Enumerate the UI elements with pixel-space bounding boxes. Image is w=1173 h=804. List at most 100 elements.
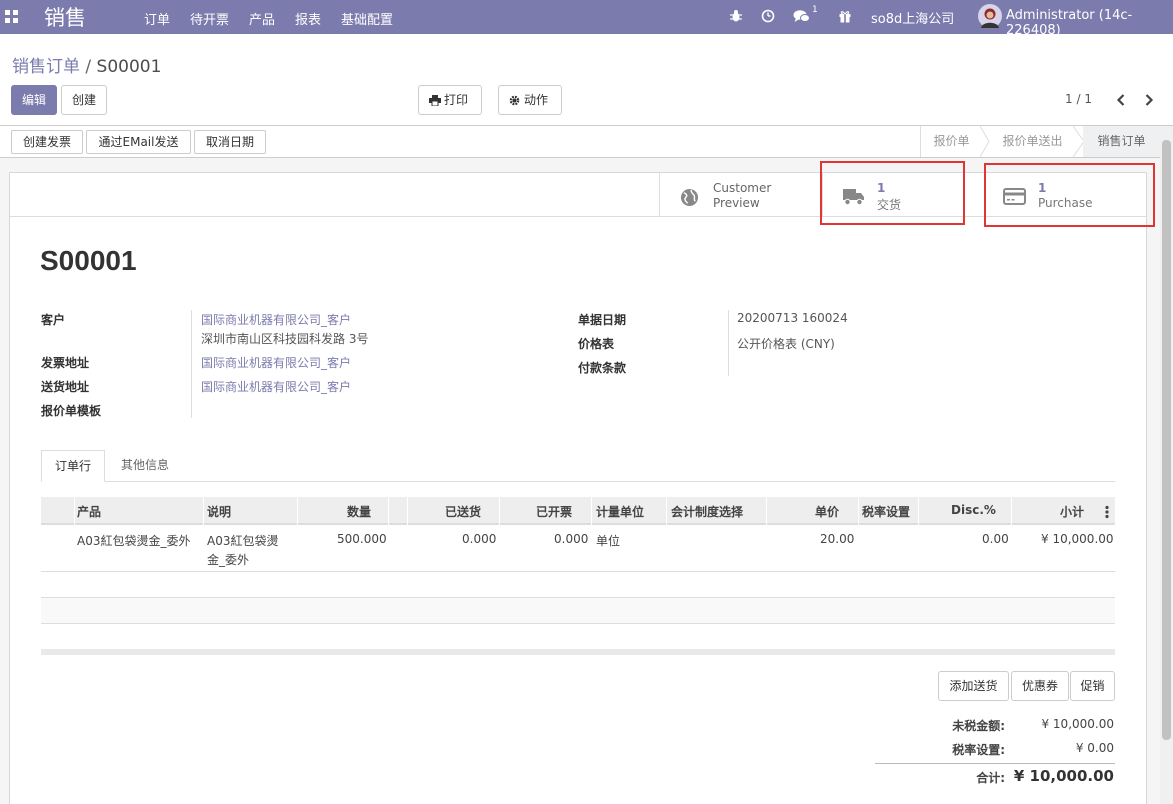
bug-icon[interactable] — [729, 9, 743, 23]
order-title: S00001 — [40, 245, 137, 276]
print-label: 打印 — [444, 93, 469, 107]
tax-value: ¥ 0.00 — [1075, 741, 1114, 755]
total-label: 合计: — [976, 771, 1005, 785]
company-switcher[interactable]: so8d上海公司 — [871, 8, 954, 27]
order-date-value: 20200713 160024 — [737, 311, 848, 325]
row-product[interactable]: A03紅包袋燙金_委外 — [77, 532, 190, 549]
menu-products[interactable]: 产品 — [249, 9, 275, 28]
column-invoiced[interactable]: 已开票 — [536, 503, 572, 520]
invoice-address-value[interactable]: 国际商业机器有限公司_客户 — [201, 354, 351, 371]
preview-label-line2: Preview — [713, 196, 760, 210]
customer-label: 客户 — [41, 313, 66, 327]
clock-icon[interactable] — [761, 9, 775, 23]
menu-reporting[interactable]: 报表 — [295, 9, 321, 28]
untaxed-amount-value: ¥ 10,000.00 — [1041, 717, 1114, 731]
empty-row — [41, 598, 1115, 623]
stage-quotation-sent[interactable]: 报价单送出 — [990, 126, 1075, 157]
control-panel: 销售订单 / S00001 编辑 创建 打印 动作 1 / 1 — [0, 34, 1173, 126]
cancel-button[interactable]: 取消日期 — [194, 130, 266, 154]
action-label: 动作 — [524, 93, 549, 107]
globe-icon — [680, 188, 699, 207]
customer-address: 深圳市南山区科技园科发路 3号 — [201, 332, 369, 346]
tax-label: 税率设置: — [952, 743, 1005, 757]
row-quantity[interactable]: 500.000 — [337, 532, 387, 546]
top-navbar: 销售 订单 待开票 产品 报表 基础配置 1 so8d上海公司 Administ… — [0, 0, 1173, 38]
breadcrumb-parent[interactable]: 销售订单 — [12, 57, 80, 77]
gear-icon — [509, 95, 520, 106]
app-title: 销售 — [44, 6, 86, 30]
quotation-template-label: 报价单模板 — [41, 404, 102, 418]
customer-preview-button[interactable]: Customer Preview — [659, 173, 822, 216]
row-unit-price[interactable]: 20.00 — [820, 532, 854, 546]
preview-label-line1: Customer — [713, 181, 772, 195]
menu-configuration[interactable]: 基础配置 — [341, 9, 393, 28]
print-button[interactable]: 打印 — [418, 85, 482, 115]
row-description-line1[interactable]: A03紅包袋燙 — [207, 532, 278, 549]
column-accounting[interactable]: 会计制度选择 — [671, 503, 743, 520]
customer-value[interactable]: 国际商业机器有限公司_客户 — [201, 311, 351, 328]
breadcrumb-current: S00001 — [96, 57, 162, 77]
pager-value[interactable]: 1 / 1 — [1065, 92, 1092, 106]
column-uom[interactable]: 计量单位 — [596, 503, 644, 520]
column-delivered[interactable]: 已送货 — [445, 503, 481, 520]
coupon-button[interactable]: 优惠券 — [1011, 671, 1069, 701]
action-button[interactable]: 动作 — [498, 85, 562, 115]
field-separator — [728, 310, 729, 376]
create-button[interactable]: 创建 — [61, 85, 107, 115]
add-shipping-button[interactable]: 添加送货 — [938, 671, 1009, 701]
row-delivered[interactable]: 0.000 — [462, 532, 496, 546]
table-header: 产品 说明 数量 已送货 已开票 计量单位 会计制度选择 单价 税率设置 Dis… — [41, 497, 1115, 525]
row-discount[interactable]: 0.00 — [982, 532, 1009, 546]
row-divider — [41, 623, 1115, 624]
highlight-box-purchase — [984, 163, 1155, 227]
stage-sales-order: 销售订单 — [1083, 126, 1160, 157]
promotion-button[interactable]: 促销 — [1070, 671, 1115, 701]
gift-icon[interactable] — [838, 9, 852, 23]
menu-orders[interactable]: 订单 — [144, 9, 170, 28]
pricelist-value[interactable]: 公开价格表 (CNY) — [737, 335, 835, 352]
print-icon — [429, 95, 441, 106]
column-description[interactable]: 说明 — [207, 503, 231, 520]
invoice-address-label: 发票地址 — [41, 356, 90, 370]
row-uom[interactable]: 单位 — [596, 532, 620, 549]
create-invoice-button[interactable]: 创建发票 — [11, 130, 83, 154]
user-avatar[interactable] — [978, 4, 1002, 28]
highlight-box-delivery — [820, 161, 965, 225]
menu-to-invoice[interactable]: 待开票 — [190, 9, 229, 28]
scrollbar-thumb[interactable] — [1162, 140, 1171, 740]
column-subtotal[interactable]: 小计 — [1060, 503, 1084, 520]
table-footer — [41, 649, 1115, 655]
delivery-address-value[interactable]: 国际商业机器有限公司_客户 — [201, 378, 351, 395]
form-sheet: Customer Preview 1 交货 1 Purchase — [9, 172, 1147, 804]
column-options-icon[interactable] — [1104, 505, 1110, 519]
empty-row — [41, 572, 1115, 597]
send-email-button[interactable]: 通过EMail发送 — [86, 130, 191, 154]
tab-order-lines[interactable]: 订单行 — [41, 450, 105, 482]
notebook-tabs: 订单行 其他信息 — [41, 450, 1115, 482]
chat-icon[interactable] — [793, 9, 811, 23]
column-taxes[interactable]: 税率设置 — [862, 503, 910, 520]
field-separator — [191, 310, 192, 418]
total-value: ¥ 10,000.00 — [1013, 767, 1114, 785]
chevron-left-icon[interactable] — [1116, 94, 1126, 106]
row-subtotal: ¥ 10,000.00 — [1041, 532, 1114, 546]
pricelist-label: 价格表 — [578, 337, 615, 351]
row-description-line2[interactable]: 金_委外 — [207, 551, 249, 568]
apps-menu-icon[interactable] — [5, 10, 19, 24]
column-quantity[interactable]: 数量 — [347, 503, 371, 520]
status-bar: 创建发票 通过EMail发送 取消日期 报价单 报价单送出 销售订单 — [0, 126, 1160, 158]
stage-quotation[interactable]: 报价单 — [920, 126, 982, 157]
totals-divider — [875, 763, 1115, 764]
delivery-address-label: 送货地址 — [41, 380, 90, 394]
row-invoiced[interactable]: 0.000 — [554, 532, 588, 546]
breadcrumb-separator: / — [85, 57, 92, 77]
column-unit-price[interactable]: 单价 — [815, 503, 839, 520]
column-discount[interactable]: Disc.% — [951, 503, 996, 517]
tab-other-info[interactable]: 其他信息 — [105, 450, 185, 482]
edit-button[interactable]: 编辑 — [11, 85, 57, 115]
payment-terms-label: 付款条款 — [578, 361, 627, 375]
column-product[interactable]: 产品 — [77, 503, 101, 520]
smart-button-box: Customer Preview 1 交货 1 Purchase — [10, 173, 1146, 217]
chevron-right-icon[interactable] — [1144, 94, 1154, 106]
untaxed-amount-label: 未税金额: — [952, 719, 1005, 733]
